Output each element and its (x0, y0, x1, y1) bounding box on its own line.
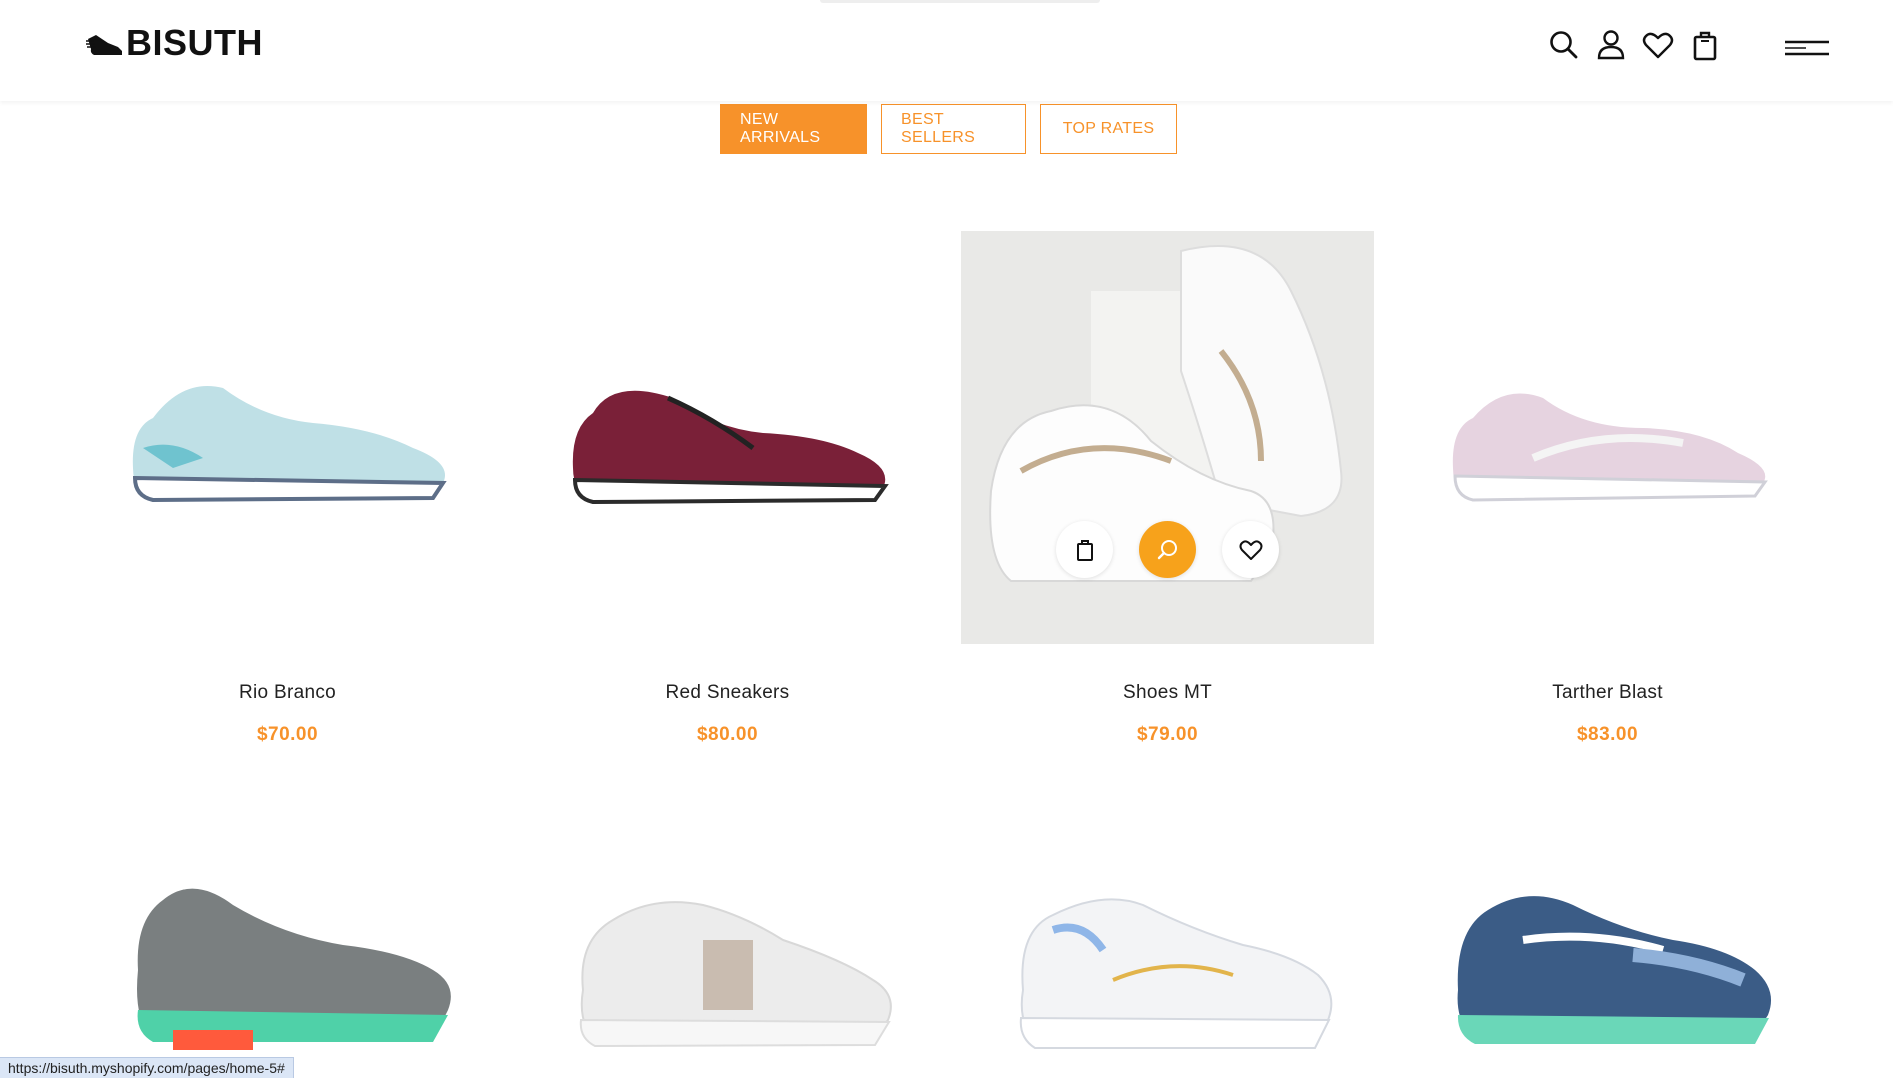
bag-icon[interactable] (1688, 28, 1722, 62)
tab-new-arrivals[interactable]: NEW ARRIVALS (720, 104, 867, 154)
product-name[interactable]: Rio Branco (81, 682, 494, 704)
site-header: BISUTH (0, 0, 1893, 101)
header-top-strip (820, 0, 1100, 3)
product-image[interactable] (961, 860, 1374, 1078)
product-actions (961, 521, 1374, 578)
product-image[interactable] (961, 231, 1374, 644)
menu-icon[interactable] (1784, 36, 1830, 60)
product-name[interactable]: Shoes MT (961, 682, 1374, 704)
sneaker-image (579, 901, 892, 1048)
user-icon[interactable] (1594, 28, 1628, 62)
product-image[interactable] (81, 860, 494, 1078)
product-card[interactable] (961, 860, 1374, 1078)
search-icon (1157, 539, 1177, 559)
logo[interactable]: BISUTH (86, 22, 263, 64)
status-bar-url: https://bisuth.myshopify.com/pages/home-… (0, 1057, 294, 1078)
product-image[interactable] (521, 231, 934, 644)
product-image[interactable] (81, 231, 494, 644)
product-card[interactable] (1401, 860, 1814, 1078)
sneaker-image (132, 385, 447, 502)
heart-icon (1239, 539, 1262, 560)
tab-best-sellers[interactable]: BEST SELLERS (881, 104, 1026, 154)
product-price: $83.00 (1576, 724, 1639, 745)
product-card[interactable] (521, 860, 934, 1078)
product-card[interactable]: Tarther Blast $83.00 (1401, 231, 1814, 746)
product-image[interactable] (521, 860, 934, 1078)
tab-top-rates[interactable]: TOP RATES (1040, 104, 1177, 154)
shoe-logo-icon (86, 35, 122, 55)
product-name[interactable]: Tarther Blast (1401, 682, 1814, 704)
product-card[interactable]: Shoes MT $79.00 (961, 231, 1374, 746)
sneaker-image (572, 390, 889, 504)
sneaker-image (989, 245, 1343, 582)
product-price: $70.00 (256, 724, 319, 745)
add-to-wishlist-button[interactable] (1222, 521, 1279, 578)
product-price: $80.00 (696, 724, 759, 745)
add-to-cart-button[interactable] (1056, 521, 1113, 578)
product-name[interactable]: Red Sneakers (521, 682, 934, 704)
bag-icon (1076, 539, 1093, 561)
sneaker-image (1019, 898, 1332, 1049)
product-price: $79.00 (1136, 724, 1199, 745)
product-image[interactable] (1401, 860, 1814, 1078)
search-icon[interactable] (1547, 28, 1581, 62)
product-card[interactable]: Rio Branco $70.00 (81, 231, 494, 746)
sneaker-image (136, 888, 451, 1050)
heart-icon[interactable] (1641, 28, 1675, 62)
sneaker-image (1452, 393, 1768, 502)
product-card[interactable]: Red Sneakers $80.00 (521, 231, 934, 746)
quick-view-button[interactable] (1139, 521, 1196, 578)
logo-text: BISUTH (126, 22, 263, 63)
product-tabs: NEW ARRIVALS BEST SELLERS TOP RATES (720, 104, 1177, 154)
sneaker-image (1457, 896, 1771, 1044)
product-card[interactable] (81, 860, 494, 1078)
product-image[interactable] (1401, 231, 1814, 644)
